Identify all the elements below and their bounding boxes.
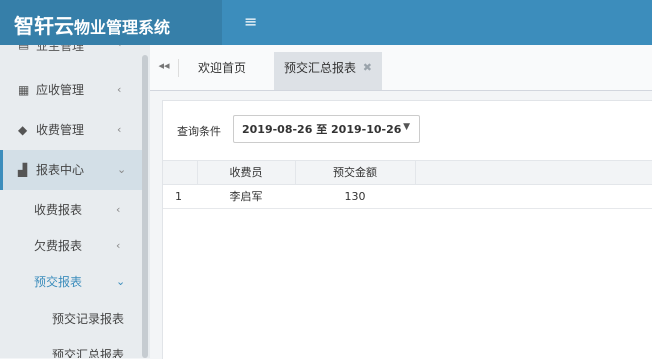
tab-prepay-summary[interactable]: 预交汇总报表 ✖: [274, 52, 383, 90]
tab-bar: ◂◂ 欢迎首页 预交汇总报表 ✖: [150, 45, 652, 91]
sidebar-item-receivable[interactable]: ▦ 应收管理 ‹: [0, 70, 142, 110]
chevron-down-icon: ⌄: [117, 163, 127, 176]
sidebar-item-label: 收费管理: [36, 123, 85, 137]
date-range-value: 2019-08-26 至 2019-10-26: [242, 123, 402, 136]
header-index: [163, 161, 198, 184]
close-icon[interactable]: ✖: [363, 52, 372, 84]
chevron-left-icon: ‹: [117, 123, 122, 136]
sidebar-subsubitem-prepay-record[interactable]: 预交记录报表: [0, 301, 142, 337]
sidebar-subsubitem-label: 预交记录报表: [52, 312, 125, 326]
report-table: 收费员 预交金额 1 李启军 130: [163, 160, 652, 209]
sidebar-item-charging[interactable]: ◆ 收费管理 ‹: [0, 110, 142, 150]
chevron-left-icon: ‹: [116, 239, 121, 252]
chevron-left-icon: ‹: [117, 45, 121, 50]
caret-down-icon: ▼: [403, 122, 410, 132]
hamburger-icon[interactable]: ≡: [244, 12, 257, 31]
table-row[interactable]: 1 李启军 130: [163, 185, 652, 209]
logo-sub: 物业管理系统: [74, 18, 171, 37]
list-icon: ▤: [18, 45, 29, 51]
sidebar-subsubitem-prepay-summary[interactable]: 预交汇总报表: [0, 337, 142, 358]
date-range-select[interactable]: 2019-08-26 至 2019-10-26 ▼: [233, 115, 420, 143]
sidebar-subitem-charge-report[interactable]: 收费报表 ‹: [0, 192, 142, 228]
logo-text: 智轩云物业管理系统: [14, 10, 170, 39]
tab-label: 欢迎首页: [198, 61, 247, 75]
sidebar-subitem-prepay-report[interactable]: 预交报表 ⌄: [0, 264, 142, 300]
row-collector: 李启军: [229, 190, 263, 203]
tab-label: 预交汇总报表: [284, 61, 357, 75]
tag-icon: ◆: [18, 123, 28, 137]
grid-icon: ▦: [18, 83, 30, 97]
table-header: 收费员 预交金额: [163, 160, 652, 185]
sidebar-subitem-label: 预交报表: [34, 275, 83, 289]
main-content: 查询条件 2019-08-26 至 2019-10-26 ▼ 收费员 预交金额 …: [162, 100, 652, 359]
row-amount: 130: [344, 190, 366, 203]
logo[interactable]: 智轩云物业管理系统: [0, 0, 222, 45]
header-collector: 收费员: [197, 161, 296, 184]
sidebar-item-label: 应收管理: [36, 83, 85, 97]
sidebar: ▤ 业主管理 ‹ ▦ 应收管理 ‹ ◆ 收费管理 ‹ ▟ 报表中心 ⌄ 收费报表…: [0, 45, 150, 358]
sidebar-scrollbar[interactable]: [142, 55, 148, 358]
chevron-left-icon: ‹: [117, 83, 122, 96]
area-chart-icon: ▟: [18, 163, 28, 177]
header-amount: 预交金额: [295, 161, 416, 184]
sidebar-item-partial[interactable]: ▤ 业主管理 ‹: [0, 45, 142, 57]
row-index: 1: [175, 190, 182, 203]
tab-home[interactable]: 欢迎首页: [188, 52, 256, 90]
sidebar-subitem-arrears-report[interactable]: 欠费报表 ‹: [0, 228, 142, 264]
sidebar-item-label: 业主管理: [36, 45, 85, 53]
sidebar-subitem-label: 收费报表: [34, 203, 83, 217]
logo-main: 智轩云: [14, 14, 74, 38]
query-label: 查询条件: [177, 125, 221, 138]
chevron-down-icon: ⌄: [116, 275, 126, 288]
sidebar-subsubitem-label: 预交汇总报表: [52, 348, 125, 358]
top-navbar: 智轩云物业管理系统 ≡: [0, 0, 652, 45]
double-left-arrow-icon[interactable]: ◂◂: [150, 59, 179, 77]
sidebar-item-reports[interactable]: ▟ 报表中心 ⌄: [0, 150, 145, 190]
chevron-left-icon: ‹: [116, 203, 121, 216]
sidebar-item-label: 报表中心: [36, 163, 85, 177]
sidebar-subitem-label: 欠费报表: [34, 239, 83, 253]
